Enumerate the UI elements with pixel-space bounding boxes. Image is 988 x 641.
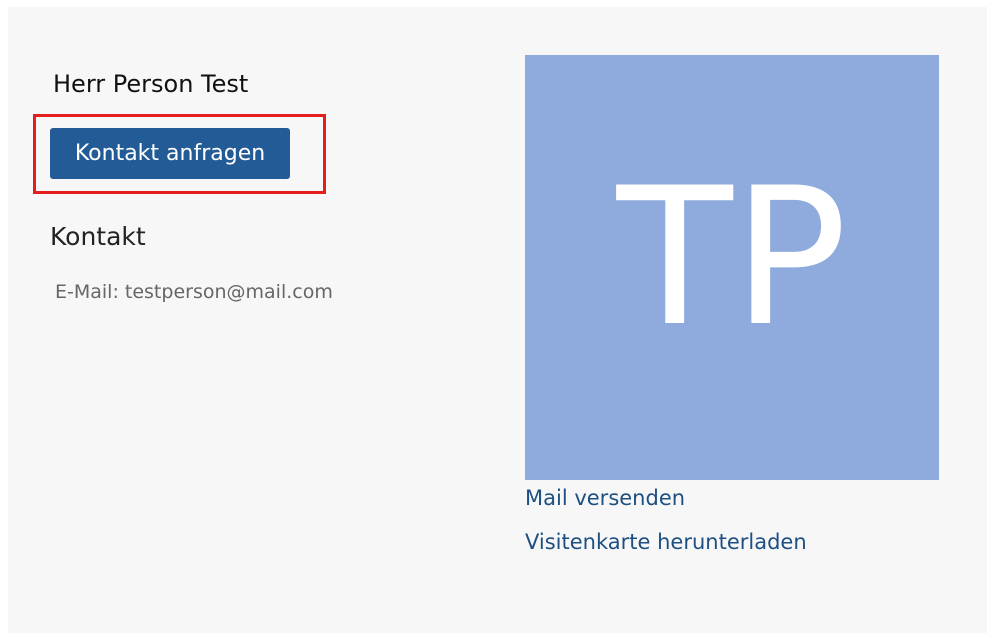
contact-request-button[interactable]: Kontakt anfragen [50,128,290,179]
person-name: Herr Person Test [53,70,249,98]
contact-heading: Kontakt [50,222,146,251]
send-mail-link[interactable]: Mail versenden [525,486,685,510]
avatar: TP [525,55,939,480]
email-text: E-Mail: testperson@mail.com [55,281,333,303]
download-vcard-link[interactable]: Visitenkarte herunterladen [525,530,807,554]
avatar-initials: TP [616,147,848,368]
